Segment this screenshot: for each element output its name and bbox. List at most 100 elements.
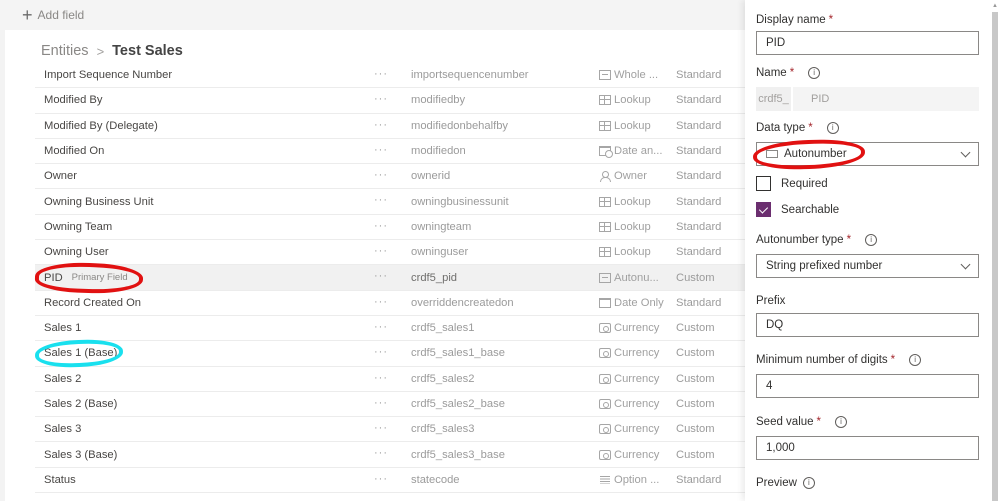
field-data-type: Currency	[599, 398, 659, 410]
field-display-name[interactable]: Record Created On	[44, 297, 141, 309]
lookup-icon	[599, 120, 611, 131]
more-options-icon[interactable]: ···	[374, 119, 388, 131]
field-display-name[interactable]: Sales 3 (Base)	[44, 449, 117, 461]
more-options-icon[interactable]: ···	[374, 93, 388, 105]
field-display-name[interactable]: Modified By (Delegate)	[44, 120, 158, 132]
min-digits-label: Minimum number of digits * i	[756, 354, 922, 366]
display-name-text: Sales 2 (Base)	[44, 398, 118, 410]
more-options-icon[interactable]: ···	[374, 270, 388, 282]
table-row[interactable]: Sales 1 ··· crdf5_sales1 Currency Custom	[35, 316, 747, 342]
autonumber-type-label: Autonumber type * i	[756, 234, 878, 246]
field-display-name[interactable]: Modified By	[44, 94, 102, 106]
table-row[interactable]: Owner ··· ownerid Owner Standard	[35, 164, 747, 190]
required-mark: *	[789, 67, 795, 79]
field-customization: Standard	[676, 296, 722, 309]
field-display-name[interactable]: Import Sequence Number	[44, 69, 172, 81]
table-row[interactable]: Modified On ··· modifiedon Date an... Standa…	[35, 139, 747, 165]
whole-number-icon	[599, 70, 611, 81]
field-data-type: Currency	[599, 423, 659, 435]
display-name-text: Record Created On	[44, 296, 142, 309]
more-options-icon[interactable]: ···	[374, 245, 388, 257]
field-display-name[interactable]: Sales 2 (Base)	[44, 398, 117, 410]
data-type-label-text: Data type	[756, 122, 806, 134]
seed-value-input[interactable]: 1,000	[756, 436, 979, 460]
table-row[interactable]: Owning User ··· owninguser Lookup Standard	[35, 240, 747, 266]
info-icon[interactable]: i	[909, 354, 922, 366]
more-options-icon[interactable]: ···	[374, 473, 388, 485]
checkbox-unchecked[interactable]	[756, 176, 771, 191]
info-icon[interactable]: i	[826, 122, 839, 134]
lookup-icon	[599, 221, 611, 232]
name-prefix: crdf5_	[756, 87, 791, 111]
field-display-name[interactable]: Status	[44, 474, 76, 486]
lookup-icon	[599, 247, 611, 258]
seed-value-value: 1,000	[766, 442, 795, 454]
table-row[interactable]: Sales 3 ··· crdf5_sales3 Currency Custom	[35, 417, 747, 443]
min-digits-input[interactable]: 4	[756, 374, 979, 398]
field-display-name[interactable]: Sales 3	[44, 423, 81, 435]
more-options-icon[interactable]: ···	[374, 169, 388, 181]
breadcrumb-entities[interactable]: Entities	[41, 43, 89, 59]
info-icon[interactable]: i	[802, 477, 815, 489]
checkbox-checked[interactable]	[756, 202, 771, 217]
data-type-text: Currency	[614, 423, 660, 436]
field-display-name[interactable]: Modified On	[44, 145, 104, 157]
display-name-input[interactable]: PID	[756, 31, 979, 55]
field-data-type: Lookup	[599, 246, 651, 258]
more-options-icon[interactable]: ···	[374, 321, 388, 333]
field-data-type: Whole ...	[599, 69, 658, 81]
table-row[interactable]: Status ··· statecode Option ... Standard	[35, 468, 747, 494]
table-row[interactable]: Owning Business Unit ··· owningbusinessuni…	[35, 189, 747, 215]
autonumber-type-select[interactable]: String prefixed number	[756, 254, 979, 278]
required-checkbox[interactable]: Required	[756, 176, 828, 191]
more-options-icon[interactable]: ···	[374, 194, 388, 206]
info-icon[interactable]: i	[808, 67, 821, 79]
field-display-name[interactable]: Owner	[44, 170, 77, 182]
more-options-icon[interactable]: ···	[374, 397, 388, 409]
table-row[interactable]: Sales 2 (Base) ··· crdf5_sales2_base Curren…	[35, 392, 747, 418]
left-edge	[0, 30, 5, 501]
table-row[interactable]: Sales 2 ··· crdf5_sales2 Currency Custom	[35, 367, 747, 392]
searchable-checkbox[interactable]: Searchable	[756, 202, 839, 217]
table-row[interactable]: Record Created On ··· overriddencreatedon D…	[35, 291, 747, 316]
currency-icon	[599, 449, 611, 460]
currency-icon	[599, 399, 611, 409]
panel-scrollbar[interactable]	[992, 12, 998, 501]
data-type-text: Date Only	[614, 296, 664, 309]
field-display-name[interactable]: Owning Business Unit	[44, 196, 153, 208]
scroll-up-icon[interactable]: ▲	[992, 2, 998, 10]
lookup-icon	[599, 196, 611, 207]
prefix-input[interactable]: DQ	[756, 313, 979, 337]
info-icon[interactable]: i	[835, 416, 848, 428]
more-options-icon[interactable]: ···	[374, 144, 388, 156]
more-options-icon[interactable]: ···	[374, 372, 388, 384]
field-data-type: Autonu...	[599, 272, 659, 284]
display-name-text: Modified By	[44, 94, 103, 107]
field-display-name[interactable]: Sales 2	[44, 373, 81, 385]
field-display-name[interactable]: Owning Team	[44, 221, 112, 233]
more-options-icon[interactable]: ···	[374, 422, 388, 434]
table-row[interactable]: Sales 1 (Base) ··· crdf5_sales1_base Curren…	[35, 341, 747, 367]
data-type-text: Currency	[614, 398, 660, 410]
more-options-icon[interactable]: ···	[374, 447, 388, 459]
display-name-text: Owning User	[44, 246, 109, 259]
field-schema-name: crdf5_sales3_base	[411, 448, 505, 461]
field-display-name[interactable]: Sales 1	[44, 322, 81, 334]
table-row[interactable]: Modified By ··· modifiedby Lookup Standard	[35, 88, 747, 114]
table-row[interactable]: Owning Team ··· owningteam Lookup Standard	[35, 215, 747, 241]
table-row[interactable]: Import Sequence Number ··· importsequencen…	[35, 63, 747, 89]
info-icon[interactable]: i	[865, 234, 878, 246]
more-options-icon[interactable]: ···	[374, 346, 388, 358]
more-options-icon[interactable]: ···	[374, 68, 388, 80]
more-options-icon[interactable]: ···	[374, 296, 388, 308]
field-data-type: Currency	[599, 347, 659, 359]
add-field-button[interactable]: + Add field	[22, 6, 84, 24]
field-display-name[interactable]: Owning User	[44, 246, 109, 258]
required-mark: *	[808, 122, 813, 134]
table-row[interactable]: Modified By (Delegate) ··· modifiedonbehal…	[35, 114, 747, 139]
field-schema-name: crdf5_pid	[411, 271, 458, 284]
more-options-icon[interactable]: ···	[374, 220, 388, 232]
table-row[interactable]: Sales 3 (Base) ··· crdf5_sales3_base Curren…	[35, 442, 747, 468]
data-type-text: Owner	[614, 170, 647, 183]
field-customization: Custom	[676, 372, 715, 385]
